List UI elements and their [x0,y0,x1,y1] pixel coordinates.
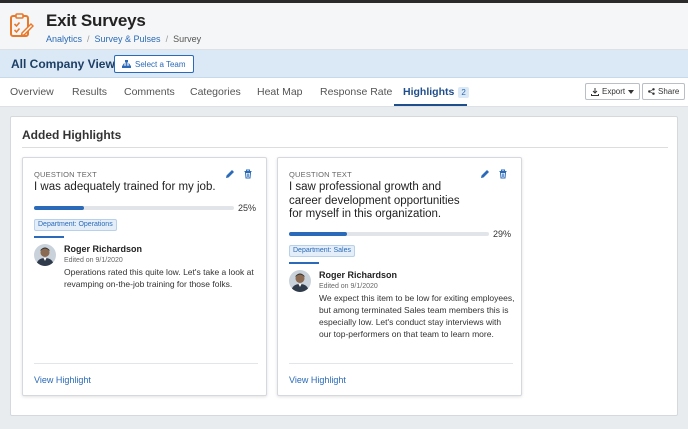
breadcrumb-survey-pulses[interactable]: Survey & Pulses [95,34,161,44]
tab-categories[interactable]: Categories [190,86,241,98]
breadcrumb-current: Survey [173,34,202,44]
edited-date: Edited on 9/1/2020 [64,257,123,264]
team-icon [122,60,131,68]
select-team-button[interactable]: Select a Team [114,55,194,73]
tab-heat-map[interactable]: Heat Map [257,86,303,98]
tab-overview[interactable]: Overview [10,86,54,98]
trash-icon[interactable] [243,169,253,179]
tab-highlights-label: Highlights [403,86,455,98]
highlights-panel: Added Highlights QUESTION TEXT I was ade… [10,116,678,416]
share-icon [648,88,655,95]
pencil-icon[interactable] [225,169,235,179]
department-underline [34,236,64,238]
view-highlight-link[interactable]: View Highlight [289,375,346,385]
score-percent: 25% [238,203,257,213]
highlight-card: QUESTION TEXT I saw professional growth … [277,157,522,396]
tab-comments[interactable]: Comments [124,86,175,98]
score-progress-bar [289,232,489,236]
score-percent: 29% [493,229,512,239]
score-progress-bar [34,206,234,210]
department-badge: Department: Operations [34,219,117,231]
breadcrumb-analytics[interactable]: Analytics [46,34,82,44]
card-divider [289,363,513,364]
highlight-comment: We expect this item to be low for exitin… [319,293,515,339]
section-divider [22,147,668,148]
share-label: Share [658,87,680,96]
breadcrumb-separator: / [165,34,169,44]
department-badge: Department: Sales [289,245,355,257]
active-tab-indicator [394,104,467,106]
breadcrumb-separator: / [87,34,90,44]
author-name: Roger Richardson [319,270,398,280]
export-label: Export [602,87,626,96]
tab-bar: Overview Results Comments Categories Hea… [0,78,688,107]
select-team-label: Select a Team [135,59,186,69]
card-divider [34,363,258,364]
highlight-card: QUESTION TEXT I was adequately trained f… [22,157,267,396]
app-title: Exit Surveys [46,11,146,30]
department-underline [289,262,319,264]
question-text: I was adequately trained for my job. [34,181,216,193]
download-icon [591,87,599,96]
share-button[interactable]: Share [642,83,686,100]
tab-response-rate[interactable]: Response Rate [320,86,392,98]
score-progress-fill [289,232,347,236]
view-bar: All Company View Select a Team [0,50,688,78]
export-button[interactable]: Export [585,83,641,100]
tab-results[interactable]: Results [72,86,107,98]
avatar [34,244,56,266]
view-highlight-link[interactable]: View Highlight [34,375,91,385]
trash-icon[interactable] [498,169,508,179]
survey-icon [10,13,34,37]
section-title: Added Highlights [22,128,122,142]
pencil-icon[interactable] [480,169,490,179]
score-progress-fill [34,206,84,210]
highlights-count-badge: 2 [458,87,469,98]
avatar [289,270,311,292]
breadcrumb: Analytics / Survey & Pulses / Survey [46,34,201,44]
question-label: QUESTION TEXT [289,170,352,179]
edited-date: Edited on 9/1/2020 [319,283,378,290]
view-title: All Company View [11,57,115,71]
author-name: Roger Richardson [64,244,143,254]
tab-highlights[interactable]: Highlights 2 [403,86,469,98]
page-header: Exit Surveys Analytics / Survey & Pulses / S… [0,3,688,50]
question-text: I saw professional growth and career dev… [289,181,460,220]
highlight-comment: Operations rated this quite low. Let's t… [64,267,254,289]
caret-down-icon [628,89,635,94]
question-label: QUESTION TEXT [34,170,97,179]
